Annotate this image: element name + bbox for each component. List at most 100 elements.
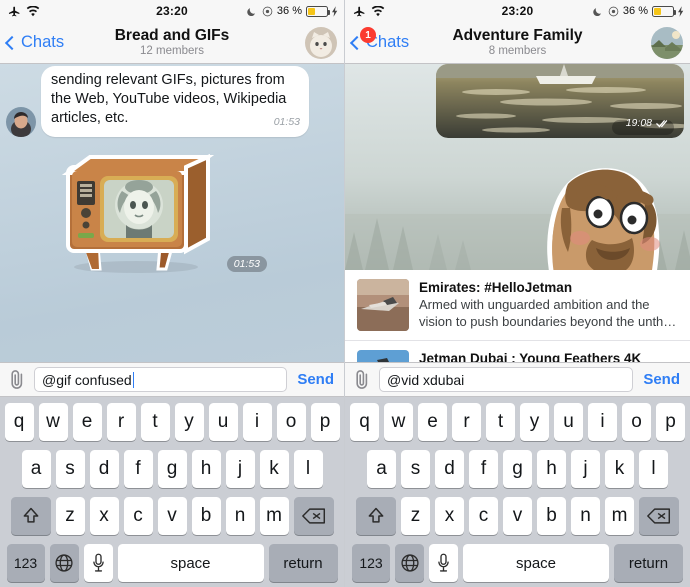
photo-message[interactable]: 19:08 xyxy=(436,64,684,138)
key-a[interactable]: a xyxy=(367,450,396,488)
key-z[interactable]: z xyxy=(401,497,430,535)
key-k[interactable]: k xyxy=(259,450,289,488)
status-bar-right: 23:20 36 % xyxy=(345,0,690,22)
key-z[interactable]: z xyxy=(55,497,85,535)
key-o[interactable]: o xyxy=(622,403,651,441)
key-t[interactable]: t xyxy=(486,403,515,441)
key-x[interactable]: x xyxy=(435,497,464,535)
globe-icon[interactable] xyxy=(395,544,424,582)
key-d[interactable]: d xyxy=(89,450,119,488)
unread-badge: 1 xyxy=(360,27,376,43)
list-item[interactable]: Emirates: #HelloJetman Armed with unguar… xyxy=(345,270,690,341)
shift-icon[interactable] xyxy=(356,497,396,535)
input-value: @vid xdubai xyxy=(387,371,465,388)
key-q[interactable]: q xyxy=(350,403,379,441)
key-i[interactable]: i xyxy=(588,403,617,441)
key-a[interactable]: a xyxy=(21,450,51,488)
key-x[interactable]: x xyxy=(89,497,119,535)
key-w[interactable]: w xyxy=(38,403,68,441)
key-i[interactable]: i xyxy=(242,403,272,441)
key-y[interactable]: y xyxy=(174,403,204,441)
back-to-chats-button[interactable]: Chats xyxy=(4,33,64,52)
text-caret xyxy=(132,371,135,388)
double-check-icon xyxy=(656,119,670,128)
key-r[interactable]: r xyxy=(106,403,136,441)
lightning-icon xyxy=(332,5,338,17)
keyboard-row-4: 123 space return xyxy=(347,544,688,582)
key-c[interactable]: c xyxy=(469,497,498,535)
jetman-desert-thumb xyxy=(357,279,409,331)
backspace-icon[interactable] xyxy=(639,497,679,535)
key-v[interactable]: v xyxy=(503,497,532,535)
keyboard-left: q w e r t y u i o p a s d f g h j k l z … xyxy=(0,397,344,587)
key-p[interactable]: p xyxy=(310,403,340,441)
key-d[interactable]: d xyxy=(435,450,464,488)
key-b[interactable]: b xyxy=(537,497,566,535)
key-j[interactable]: j xyxy=(225,450,255,488)
key-l[interactable]: l xyxy=(639,450,668,488)
key-n[interactable]: n xyxy=(225,497,255,535)
key-j[interactable]: j xyxy=(571,450,600,488)
back-to-chats-button[interactable]: 1 Chats xyxy=(349,27,409,52)
nav-bar-right: 1 Chats Adventure Family 8 members xyxy=(345,22,690,64)
key-n[interactable]: n xyxy=(571,497,600,535)
key-p[interactable]: p xyxy=(656,403,685,441)
numbers-key[interactable]: 123 xyxy=(352,544,390,582)
return-key[interactable]: return xyxy=(268,544,338,582)
battery-percent: 36 % xyxy=(622,5,648,17)
key-h[interactable]: h xyxy=(191,450,221,488)
key-u[interactable]: u xyxy=(554,403,583,441)
microphone-icon[interactable] xyxy=(83,544,113,582)
keyboard-right: q w e r t y u i o p a s d f g h j k l z … xyxy=(345,397,690,587)
numbers-key[interactable]: 123 xyxy=(6,544,45,582)
message-text: sending relevant GIFs, pictures from the… xyxy=(51,72,287,126)
key-c[interactable]: c xyxy=(123,497,153,535)
key-v[interactable]: v xyxy=(157,497,187,535)
search-input[interactable]: @vid xdubai xyxy=(379,367,634,392)
text-bubble[interactable]: sending relevant GIFs, pictures from the… xyxy=(41,66,309,137)
bearded-man-sticker[interactable] xyxy=(500,144,690,270)
group-avatar-landscape[interactable] xyxy=(651,26,683,59)
space-key[interactable]: space xyxy=(117,544,264,582)
key-s[interactable]: s xyxy=(55,450,85,488)
key-m[interactable]: m xyxy=(259,497,289,535)
battery-icon xyxy=(652,5,676,17)
return-key[interactable]: return xyxy=(614,544,683,582)
send-button[interactable]: Send xyxy=(641,371,682,388)
key-s[interactable]: s xyxy=(401,450,430,488)
key-w[interactable]: w xyxy=(384,403,413,441)
paperclip-icon[interactable] xyxy=(8,369,26,391)
sender-avatar[interactable] xyxy=(6,107,36,137)
key-q[interactable]: q xyxy=(4,403,34,441)
key-y[interactable]: y xyxy=(520,403,549,441)
key-e[interactable]: e xyxy=(72,403,102,441)
retro-tv-sticker[interactable]: 01:53 xyxy=(44,143,267,278)
key-t[interactable]: t xyxy=(140,403,170,441)
input-value: @gif confused xyxy=(42,371,132,388)
key-g[interactable]: g xyxy=(157,450,187,488)
key-o[interactable]: o xyxy=(276,403,306,441)
send-button[interactable]: Send xyxy=(295,371,336,388)
key-f[interactable]: f xyxy=(469,450,498,488)
key-m[interactable]: m xyxy=(605,497,634,535)
message-input-bar-left: @gif confused Send xyxy=(0,362,344,397)
space-key[interactable]: space xyxy=(463,544,609,582)
shift-icon[interactable] xyxy=(10,497,51,535)
key-u[interactable]: u xyxy=(208,403,238,441)
key-r[interactable]: r xyxy=(452,403,481,441)
group-avatar-cat[interactable] xyxy=(305,26,337,59)
search-input[interactable]: @gif confused xyxy=(34,367,288,392)
result-title: Emirates: #HelloJetman xyxy=(419,280,573,295)
microphone-icon[interactable] xyxy=(429,544,458,582)
key-h[interactable]: h xyxy=(537,450,566,488)
globe-icon[interactable] xyxy=(49,544,79,582)
key-l[interactable]: l xyxy=(293,450,323,488)
key-f[interactable]: f xyxy=(123,450,153,488)
key-k[interactable]: k xyxy=(605,450,634,488)
key-b[interactable]: b xyxy=(191,497,221,535)
key-e[interactable]: e xyxy=(418,403,447,441)
key-g[interactable]: g xyxy=(503,450,532,488)
paperclip-icon[interactable] xyxy=(353,369,371,391)
sticker-time: 01:53 xyxy=(226,256,267,272)
backspace-icon[interactable] xyxy=(293,497,334,535)
